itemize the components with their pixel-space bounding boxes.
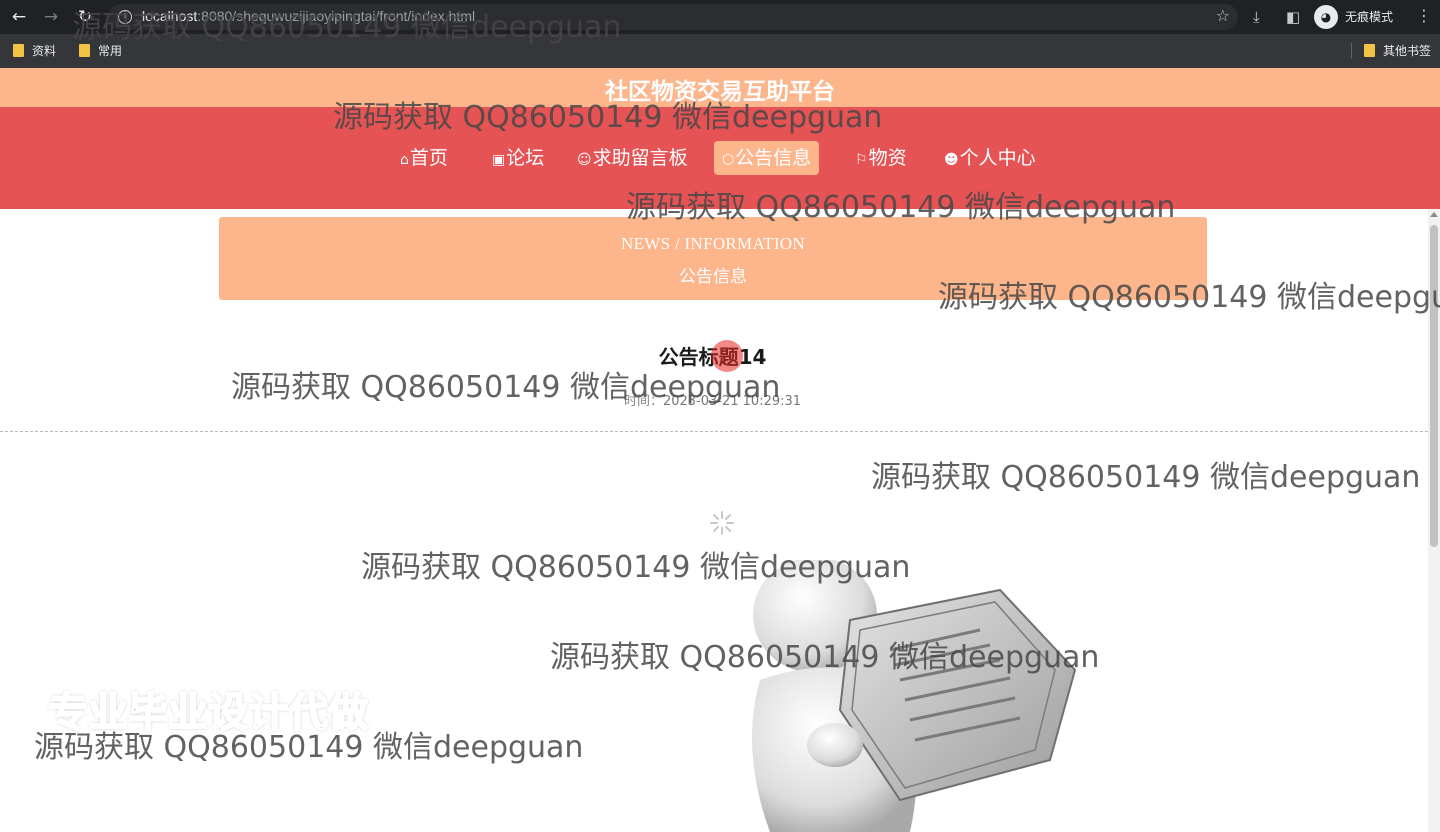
cube-icon: ⬡ — [722, 152, 735, 168]
site-title-bar: 社区物资交易互助平台 — [0, 68, 1440, 107]
other-bookmarks[interactable]: 其他书签 — [1364, 41, 1431, 61]
user-icon: ☻ — [944, 152, 959, 168]
nav-item-announcements[interactable]: ⬡公告信息 — [714, 141, 820, 175]
scroll-thumb[interactable] — [1430, 225, 1438, 547]
flag-icon: ⚐ — [855, 152, 868, 168]
nav-item-goods[interactable]: ⚐物资 — [847, 141, 915, 175]
nav-item-home[interactable]: ⌂首页 — [392, 141, 456, 175]
reload-icon[interactable]: ↻ — [74, 6, 96, 28]
nav-label: 公告信息 — [735, 147, 812, 169]
bookmark-label: 其他书签 — [1383, 44, 1432, 58]
incognito-icon: ◕ — [1314, 5, 1338, 29]
star-icon[interactable]: ☆ — [1216, 6, 1230, 25]
bookmark-folder[interactable]: 常用 — [79, 41, 122, 61]
bookmark-label: 常用 — [98, 44, 123, 58]
nav-label: 求助留言板 — [592, 147, 688, 169]
nav-label: 物资 — [868, 147, 907, 169]
download-icon[interactable]: ⤓ — [1253, 6, 1260, 28]
bookmark-separator — [1351, 43, 1352, 59]
back-icon[interactable]: ← — [8, 6, 30, 28]
site-title: 社区物资交易互助平台 — [605, 79, 835, 105]
section-title-en: NEWS / INFORMATION — [621, 234, 805, 253]
address-bar[interactable]: i localhost:8080/shequwuzijiaoyipingtai/… — [108, 4, 1238, 30]
nav-item-profile[interactable]: ☻个人中心 — [936, 141, 1044, 175]
bookmark-folder[interactable]: 资料 — [13, 41, 56, 61]
incognito-label: 无痕模式 — [1345, 10, 1394, 24]
bookmarks-bar: 资料 常用 其他书签 — [0, 34, 1440, 68]
nav-item-help-board[interactable]: ☺求助留言板 — [569, 141, 696, 175]
watermark-text: 源码获取 QQ86050149 微信deepguan — [871, 460, 1421, 495]
promo-text: 专业毕业设计代做 — [47, 689, 369, 737]
main-nav: ⌂首页 ▣论坛 ☺求助留言板 ⬡公告信息 ⚐物资 ☻个人中心 — [0, 107, 1440, 209]
section-header: NEWS / INFORMATION 公告信息 — [219, 217, 1207, 300]
gift-icon: ▣ — [492, 152, 506, 168]
nav-label: 首页 — [409, 147, 448, 169]
sidepanel-icon[interactable]: ◧ — [1286, 6, 1300, 28]
scroll-up-icon[interactable] — [1430, 212, 1438, 217]
bookmark-label: 资料 — [32, 44, 57, 58]
incognito-indicator[interactable]: ◕ 无痕模式 — [1314, 4, 1406, 30]
page-scrollbar[interactable] — [1428, 209, 1440, 832]
time-label: 时间： — [623, 394, 663, 409]
forward-icon[interactable]: → — [40, 6, 62, 28]
url-text[interactable]: localhost:8080/shequwuzijiaoyipingtai/fr… — [142, 8, 475, 24]
folder-icon — [13, 44, 24, 57]
info-icon[interactable]: i — [118, 10, 132, 24]
time-value: 2023-03-21 10:29:31 — [662, 394, 802, 409]
loading-spinner-icon — [710, 511, 734, 535]
home-icon: ⌂ — [400, 152, 409, 168]
section-title-cn: 公告信息 — [679, 267, 747, 287]
folder-icon — [1364, 44, 1375, 57]
cursor-click-indicator — [711, 340, 743, 372]
article-image — [752, 560, 1077, 832]
content-divider — [0, 431, 1428, 432]
url-host: localhost — [142, 8, 198, 24]
url-path: :8080/shequwuzijiaoyipingtai/front/index… — [197, 8, 476, 24]
menu-icon[interactable]: ⋮ — [1416, 6, 1432, 25]
nav-label: 个人中心 — [959, 147, 1036, 169]
nav-item-forum[interactable]: ▣论坛 — [484, 141, 552, 175]
article-time: 时间：2023-03-21 10:29:31 — [0, 390, 1425, 409]
smile-icon: ☺ — [577, 152, 592, 168]
folder-icon — [79, 44, 90, 57]
browser-toolbar: ← → ↻ i localhost:8080/shequwuzijiaoyipi… — [0, 0, 1440, 34]
nav-label: 论坛 — [506, 147, 545, 169]
